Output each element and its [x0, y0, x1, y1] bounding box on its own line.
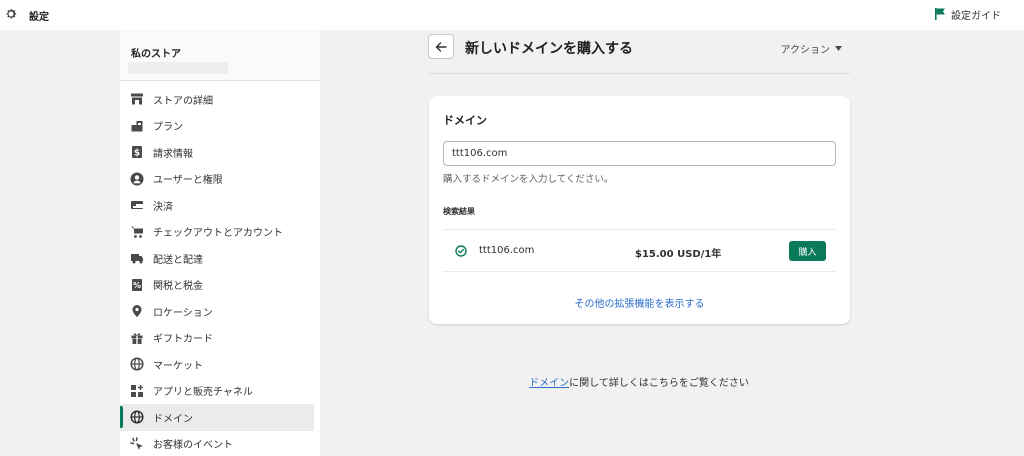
credit-card-icon — [130, 198, 144, 212]
sidebar-item-label: チェックアウトとアカウント — [153, 228, 283, 240]
page-header: 新しいドメインを購入する アクション — [428, 33, 850, 74]
store-header: 私のストア — [120, 30, 320, 81]
sidebar-item-label: アプリと販売チャネル — [153, 387, 253, 399]
sidebar-item-label: プラン — [153, 122, 183, 134]
sidebar-item-label: 配送と配達 — [153, 254, 203, 266]
sidebar-item-label: ドメイン — [153, 413, 193, 425]
truck-icon — [130, 251, 144, 265]
sidebar-item-label: 関税と税金 — [153, 281, 203, 293]
sidebar-item-label: お客様のイベント — [153, 440, 233, 452]
settings-nav: ストアの詳細 プラン $ 請求情報 ユーザーと権限 決済 チェックアウトとアカウ… — [120, 86, 320, 456]
settings-sidebar: 私のストア ストアの詳細 プラン $ 請求情報 ユーザーと権限 決済 チェックア… — [120, 30, 320, 456]
svg-text:%: % — [133, 281, 141, 290]
sidebar-item-checkout[interactable]: チェックアウトとアカウント — [120, 219, 320, 246]
store-icon — [130, 92, 144, 106]
domain-search-input[interactable] — [443, 141, 836, 166]
sidebar-item-label: ギフトカード — [153, 334, 213, 346]
apps-icon — [130, 384, 144, 398]
sidebar-item-markets[interactable]: マーケット — [120, 351, 320, 378]
domain-result-row: ttt106.com $15.00 USD/1年 購入 — [443, 229, 836, 272]
sidebar-item-locations[interactable]: ロケーション — [120, 298, 320, 325]
result-price: $15.00 USD/1年 — [635, 249, 722, 260]
sidebar-item-shipping[interactable]: 配送と配達 — [120, 245, 320, 272]
back-button[interactable] — [428, 34, 454, 59]
setup-guide-label: 設定ガイド — [951, 10, 1001, 22]
sidebar-item-label: マーケット — [153, 360, 203, 372]
caret-down-icon — [835, 46, 842, 51]
sidebar-item-plan[interactable]: プラン — [120, 113, 320, 140]
top-bar: 設定 設定ガイド — [0, 0, 1024, 30]
footer-help-rest: に関して詳しくはこちらをご覧ください — [569, 378, 749, 389]
globe-icon — [130, 410, 144, 424]
dollar-icon: $ — [130, 145, 144, 159]
store-name: 私のストア — [131, 49, 181, 60]
sidebar-item-taxes[interactable]: % 関税と税金 — [120, 272, 320, 299]
sidebar-item-users[interactable]: ユーザーと権限 — [120, 166, 320, 193]
actions-label: アクション — [780, 45, 831, 56]
sidebar-item-domains[interactable]: ドメイン — [120, 404, 314, 431]
page-title-settings: 設定 — [29, 12, 49, 23]
sidebar-item-apps[interactable]: アプリと販売チャネル — [120, 378, 320, 405]
sidebar-item-payments[interactable]: 決済 — [120, 192, 320, 219]
sidebar-item-label: 決済 — [153, 201, 173, 213]
flag-icon — [935, 8, 945, 20]
globe-icon — [130, 357, 144, 371]
sidebar-item-billing[interactable]: $ 請求情報 — [120, 139, 320, 166]
location-icon — [130, 304, 144, 318]
user-icon — [130, 172, 144, 186]
gear-icon — [6, 9, 17, 19]
sidebar-item-gift-cards[interactable]: ギフトカード — [120, 325, 320, 352]
buy-button[interactable]: 購入 — [789, 241, 826, 261]
plan-icon — [130, 119, 144, 133]
card-title: ドメイン — [443, 114, 487, 127]
footer-help-text: ドメインに関して詳しくはこちらをご覧ください — [428, 374, 850, 389]
domain-help-link[interactable]: ドメイン — [529, 378, 569, 389]
sidebar-item-store-details[interactable]: ストアの詳細 — [120, 86, 320, 113]
check-circle-icon — [455, 245, 467, 257]
arrow-left-icon — [435, 41, 447, 52]
cart-icon — [130, 225, 144, 239]
show-more-extensions-link[interactable]: その他の拡張機能を表示する — [429, 295, 850, 310]
sidebar-item-label: 請求情報 — [153, 148, 193, 160]
search-results-label: 検索結果 — [443, 207, 475, 216]
page-title: 新しいドメインを購入する — [465, 41, 633, 57]
sidebar-item-label: ストアの詳細 — [153, 95, 213, 107]
gift-icon — [130, 331, 144, 345]
svg-text:$: $ — [134, 149, 140, 159]
store-url-placeholder — [128, 62, 228, 74]
sparkle-icon — [130, 437, 144, 451]
sidebar-item-customer-events[interactable]: お客様のイベント — [120, 431, 320, 456]
tax-icon: % — [130, 278, 144, 292]
result-domain-name: ttt106.com — [479, 245, 535, 256]
domain-help-text: 購入するドメインを入力してください。 — [443, 174, 614, 185]
actions-menu-button[interactable]: アクション — [780, 41, 842, 56]
setup-guide-button[interactable]: 設定ガイド — [934, 6, 1001, 22]
domain-card: ドメイン 購入するドメインを入力してください。 検索結果 ttt106.com … — [429, 96, 850, 324]
sidebar-item-label: ロケーション — [153, 307, 213, 319]
sidebar-item-label: ユーザーと権限 — [153, 175, 223, 187]
